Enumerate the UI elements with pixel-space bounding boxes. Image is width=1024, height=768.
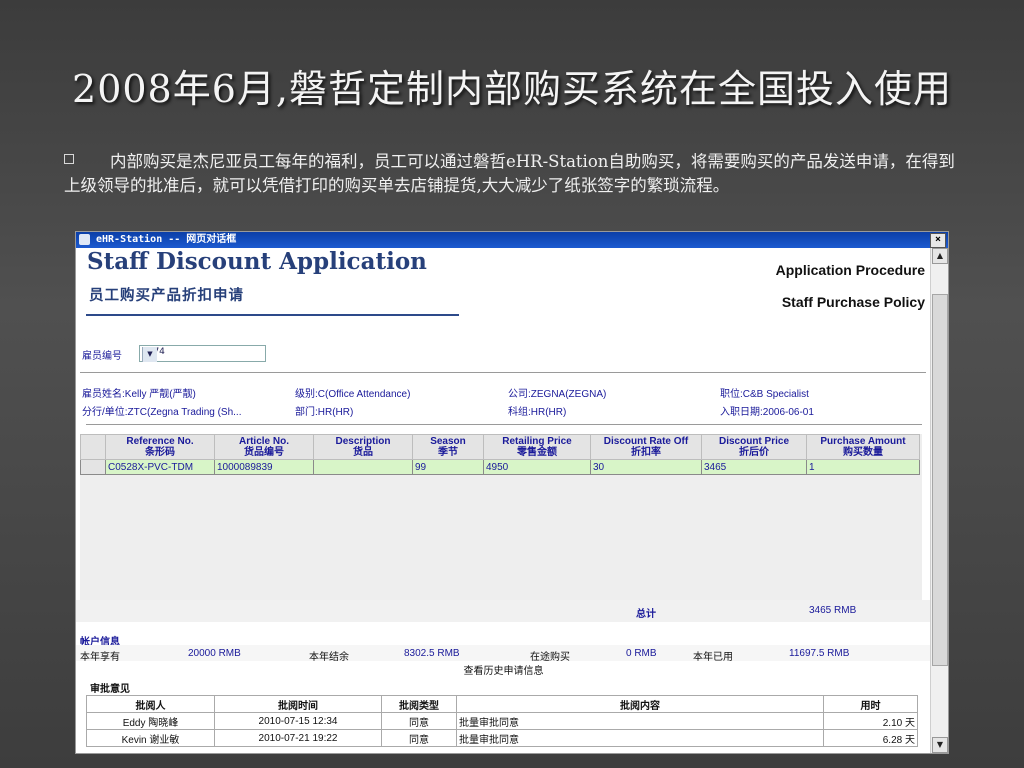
approve-type: 同意 [381,729,457,747]
cell-article-no[interactable]: 1000089839 [214,459,314,475]
application-procedure-link[interactable]: Application Procedure [776,262,925,278]
approval-header-row: 批阅人 批阅时间 批阅类型 批阅内容 用时 [86,695,918,713]
scroll-down-icon[interactable]: ▼ [932,737,948,753]
employee-level: 级别:C(Office Attendance) [295,389,411,400]
approver: Eddy 陶晓峰 [86,712,215,730]
col-retailing-price: Retailing Price 零售金额 [483,434,591,460]
col-approve-type: 批阅类型 [381,695,457,713]
staff-purchase-policy-link[interactable]: Staff Purchase Policy [782,294,925,310]
cell-reference-no[interactable]: C0528X-PVC-TDM [105,459,215,475]
row-selector[interactable] [80,459,106,475]
approval-heading: 审批意见 [90,684,130,695]
divider [86,424,922,425]
grid-header-row: Reference No. 条形码 Article No. 货品编号 Descrip… [80,434,920,460]
used-label: 本年已用 [693,652,733,663]
duration: 6.28 天 [823,729,918,747]
col-reference-no: Reference No. 条形码 [105,434,215,460]
page-title: Staff Discount Application [87,248,427,275]
account-row: 本年享有 20000 RMB 本年结余 8302.5 RMB 在途购买 0 RM… [76,645,931,663]
cell-purchase-amount[interactable]: 1 [806,459,920,475]
employee-name: 雇员姓名:Kelly 严靓(严靓) [82,389,196,400]
year-have-value: 20000 RMB [188,648,241,659]
cell-discount-rate[interactable]: 30 [590,459,702,475]
total-value: 3465 RMB [809,605,857,616]
approval-table: 批阅人 批阅时间 批阅类型 批阅内容 用时 Eddy 陶晓峰 2010-07-1… [86,695,918,747]
approve-time: 2010-07-21 19:22 [214,729,382,747]
col-discount-rate: Discount Rate Off 折扣率 [590,434,702,460]
cell-description[interactable] [313,459,413,475]
employee-branch: 分行/单位:ZTC(Zegna Trading (Sh... [82,407,242,418]
vertical-scrollbar[interactable]: ▲ ▼ [930,248,948,753]
approval-row: Eddy 陶晓峰 2010-07-15 12:34 同意 批量审批同意 2.10… [86,712,918,730]
used-value: 11697.5 RMB [789,648,850,659]
employee-section: 科组:HR(HR) [508,407,567,418]
col-season: Season 季节 [412,434,484,460]
pending-label: 在途购买 [530,652,570,663]
employee-number-select[interactable]: 0574 ▼ [139,345,266,362]
col-discount-price: Discount Price 折后价 [701,434,807,460]
scroll-up-icon[interactable]: ▲ [932,248,948,264]
col-approve-content: 批阅内容 [456,695,824,713]
page-subtitle: 员工购买产品折扣申请 [89,287,244,304]
employee-hire-date: 入职日期:2006-06-01 [720,407,814,418]
cell-discount-price[interactable]: 3465 [701,459,807,475]
duration: 2.10 天 [823,712,918,730]
table-row[interactable]: C0528X-PVC-TDM 1000089839 99 4950 30 346… [80,459,920,475]
employee-dept: 部门:HR(HR) [295,407,354,418]
emp-no-label: 雇员编号 [82,351,122,362]
approve-content: 批量审批同意 [456,712,824,730]
dialog-window: eHR-Station -- 网页对话框 × Staff Discount Ap… [75,231,949,754]
balance-value: 8302.5 RMB [404,648,460,659]
employee-position: 职位:C&B Specialist [720,389,809,400]
year-have-label: 本年享有 [80,652,120,663]
window-title: eHR-Station -- 网页对话框 [96,234,237,245]
col-description: Description 货品 [313,434,413,460]
approve-time: 2010-07-15 12:34 [214,712,382,730]
cell-retailing-price[interactable]: 4950 [483,459,591,475]
col-duration: 用时 [823,695,918,713]
square-bullet-icon [64,154,74,164]
ie-icon [79,234,90,245]
slide-bullet: 内部购买是杰尼亚员工每年的福利，员工可以通过磐哲eHR-Station自助购买，… [64,150,964,198]
approve-type: 同意 [381,712,457,730]
purchase-grid: Reference No. 条形码 Article No. 货品编号 Descrip… [80,434,922,604]
employee-company: 公司:ZEGNA(ZEGNA) [508,389,607,400]
col-article-no: Article No. 货品编号 [214,434,314,460]
col-approver: 批阅人 [86,695,215,713]
bullet-text: 内部购买是杰尼亚员工每年的福利，员工可以通过磐哲eHR-Station自助购买，… [64,152,955,195]
cell-season[interactable]: 99 [412,459,484,475]
scroll-thumb[interactable] [932,294,948,666]
view-history-link[interactable]: 查看历史申请信息 [76,662,931,677]
row-selector-header [80,434,106,460]
total-label: 总计 [636,609,656,620]
chevron-down-icon[interactable]: ▼ [142,347,157,362]
approval-row: Kevin 谢业敏 2010-07-21 19:22 同意 批量审批同意 6.2… [86,729,918,747]
col-approve-time: 批阅时间 [214,695,382,713]
slide-title: 2008年6月,磐哲定制内部购买系统在全国投入使用 [72,67,952,111]
approve-content: 批量审批同意 [456,729,824,747]
total-bar: 总计 3465 RMB [76,600,931,622]
title-underline [86,314,459,316]
col-purchase-amount: Purchase Amount 购买数量 [806,434,920,460]
close-button[interactable]: × [930,233,946,248]
divider [80,372,926,373]
pending-value: 0 RMB [626,648,657,659]
title-bar: eHR-Station -- 网页对话框 × [76,232,948,248]
approver: Kevin 谢业敏 [86,729,215,747]
app-content: Staff Discount Application 员工购买产品折扣申请 Ap… [76,248,931,753]
balance-label: 本年结余 [309,652,349,663]
